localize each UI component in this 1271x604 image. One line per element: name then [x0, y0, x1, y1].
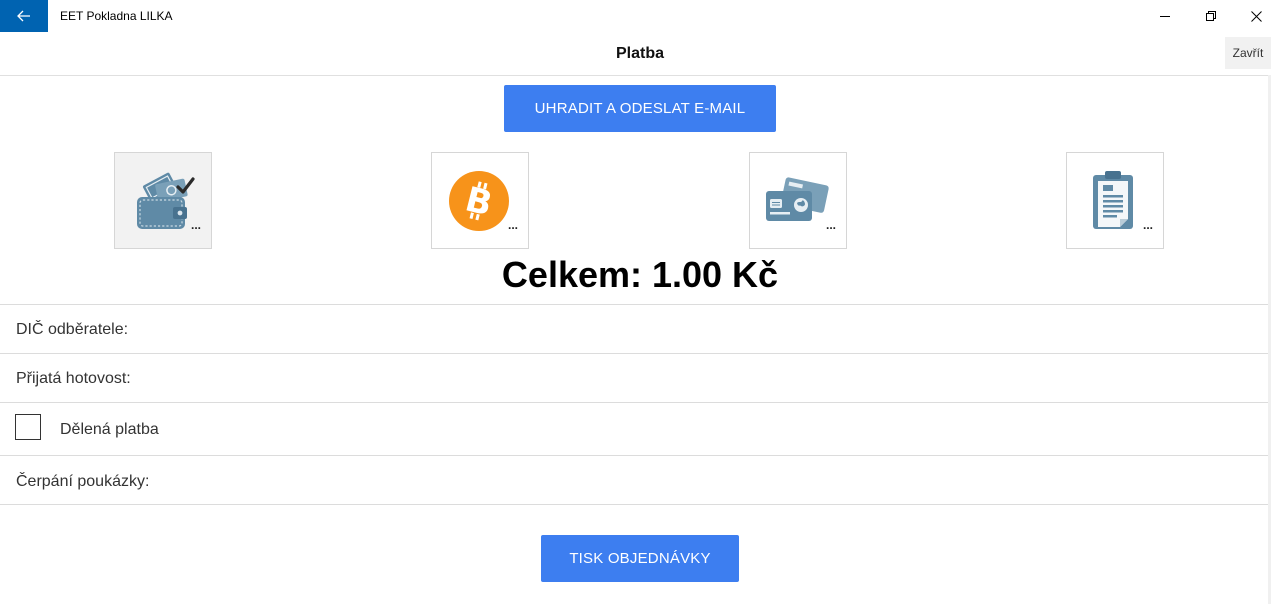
row-split-payment: Dělená platba: [0, 402, 1268, 456]
payment-method-card[interactable]: ...: [749, 152, 847, 249]
close-icon: [1250, 10, 1262, 22]
back-button[interactable]: [0, 0, 48, 32]
split-payment-checkbox[interactable]: [15, 414, 41, 440]
split-payment-label: Dělená platba: [60, 421, 159, 438]
cash-received-label: Přijatá hotovost:: [16, 370, 131, 387]
payment-method-bitcoin[interactable]: B ...: [431, 152, 529, 249]
close-page-button[interactable]: Zavřít: [1225, 37, 1271, 69]
bitcoin-icon: B: [449, 171, 509, 231]
print-order-button[interactable]: TISK OBJEDNÁVKY: [541, 535, 739, 582]
row-voucher[interactable]: Čerpání poukázky:: [0, 455, 1268, 505]
dic-label: DIČ odběratele:: [16, 321, 129, 338]
clipboard-invoice-icon: [1093, 171, 1133, 229]
row-cash-received[interactable]: Přijatá hotovost:: [0, 353, 1268, 403]
payment-method-cash[interactable]: ...: [114, 152, 212, 249]
arrow-left-icon: [17, 10, 30, 22]
total-amount: Celkem: 1.00 Kč: [501, 254, 779, 295]
close-window-button[interactable]: [1233, 0, 1271, 32]
divider: [0, 504, 1268, 505]
app-title: EET Pokladna LILKA: [60, 9, 173, 23]
restore-button[interactable]: [1188, 0, 1234, 32]
page-header: Platba: [0, 32, 1271, 76]
voucher-label: Čerpání poukázky:: [16, 473, 150, 490]
title-bar: EET Pokladna LILKA: [0, 0, 1271, 32]
more-indicator: ...: [1142, 218, 1153, 232]
more-indicator: ...: [190, 218, 201, 232]
row-dic[interactable]: DIČ odběratele:: [0, 304, 1268, 354]
credit-card-icon: [766, 177, 829, 221]
pay-and-send-email-button[interactable]: UHRADIT A ODESLAT E-MAIL: [504, 85, 776, 132]
payment-method-invoice[interactable]: ...: [1066, 152, 1164, 249]
more-indicator: ...: [507, 218, 518, 232]
minimize-icon: [1160, 16, 1170, 17]
page-title: Platba: [615, 45, 664, 62]
minimize-button[interactable]: [1142, 0, 1188, 32]
restore-icon: [1206, 11, 1216, 21]
more-indicator: ...: [825, 218, 836, 232]
